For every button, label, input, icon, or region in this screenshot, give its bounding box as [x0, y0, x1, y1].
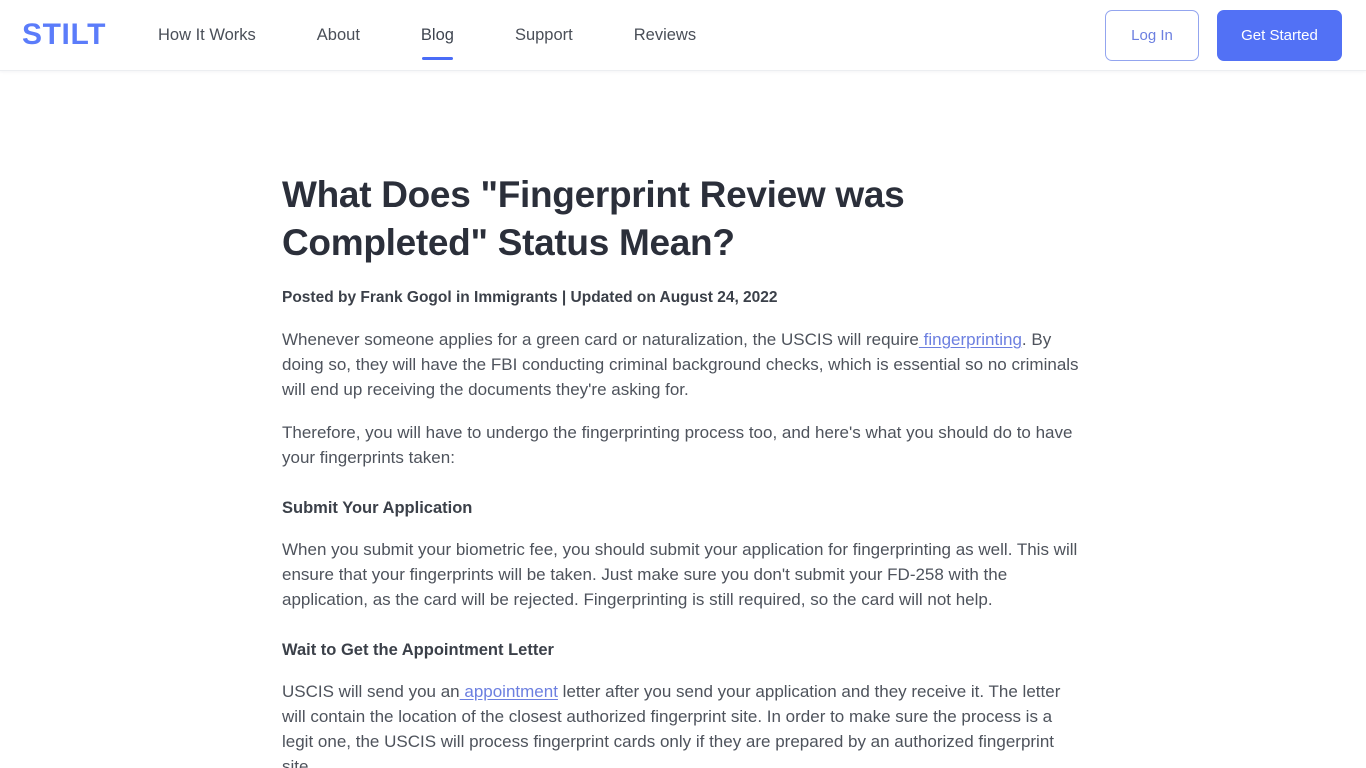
header-actions: Log In Get Started	[1105, 0, 1342, 71]
nav-label: Blog	[420, 25, 454, 44]
article-paragraph: Therefore, you will have to undergo the …	[282, 423, 1073, 467]
nav-item-reviews[interactable]: Reviews	[634, 25, 696, 47]
nav-item-support[interactable]: Support	[515, 25, 573, 47]
site-header: STILT How It Works About Blog Support Re…	[0, 0, 1366, 71]
nav-item-how-it-works[interactable]: How It Works	[158, 25, 256, 47]
article-paragraph: When you submit your biometric fee, you …	[282, 540, 1078, 609]
article-byline: Posted by Frank Gogol in Immigrants | Up…	[282, 289, 778, 306]
login-button[interactable]: Log In	[1105, 10, 1199, 61]
article-paragraph: USCIS will send you an appointment lette…	[282, 682, 1061, 768]
section-subheading: Wait to Get the Appointment Letter	[282, 641, 554, 659]
inline-link[interactable]: fingerprinting	[919, 330, 1022, 349]
page-title: What Does "Fingerprint Review was Comple…	[282, 174, 905, 263]
nav-label: Support	[514, 25, 573, 44]
main-navigation: How It Works About Blog Support Reviews	[158, 0, 696, 71]
nav-item-blog[interactable]: Blog	[420, 25, 454, 60]
nav-item-about[interactable]: About	[317, 25, 360, 47]
nav-label: Reviews	[633, 25, 697, 44]
page-body: What Does "Fingerprint Review was Comple…	[0, 71, 1366, 768]
article-paragraph: Whenever someone applies for a green car…	[282, 330, 1079, 399]
article-content: Whenever someone applies for a green car…	[282, 327, 1082, 768]
nav-label: About	[316, 25, 360, 44]
article: What Does "Fingerprint Review was Comple…	[282, 71, 1082, 768]
inline-link[interactable]: appointment	[460, 682, 558, 701]
section-subheading: Submit Your Application	[282, 499, 473, 517]
get-started-button[interactable]: Get Started	[1217, 10, 1342, 61]
nav-label: How It Works	[158, 25, 256, 44]
brand-logo[interactable]: STILT	[22, 17, 106, 53]
